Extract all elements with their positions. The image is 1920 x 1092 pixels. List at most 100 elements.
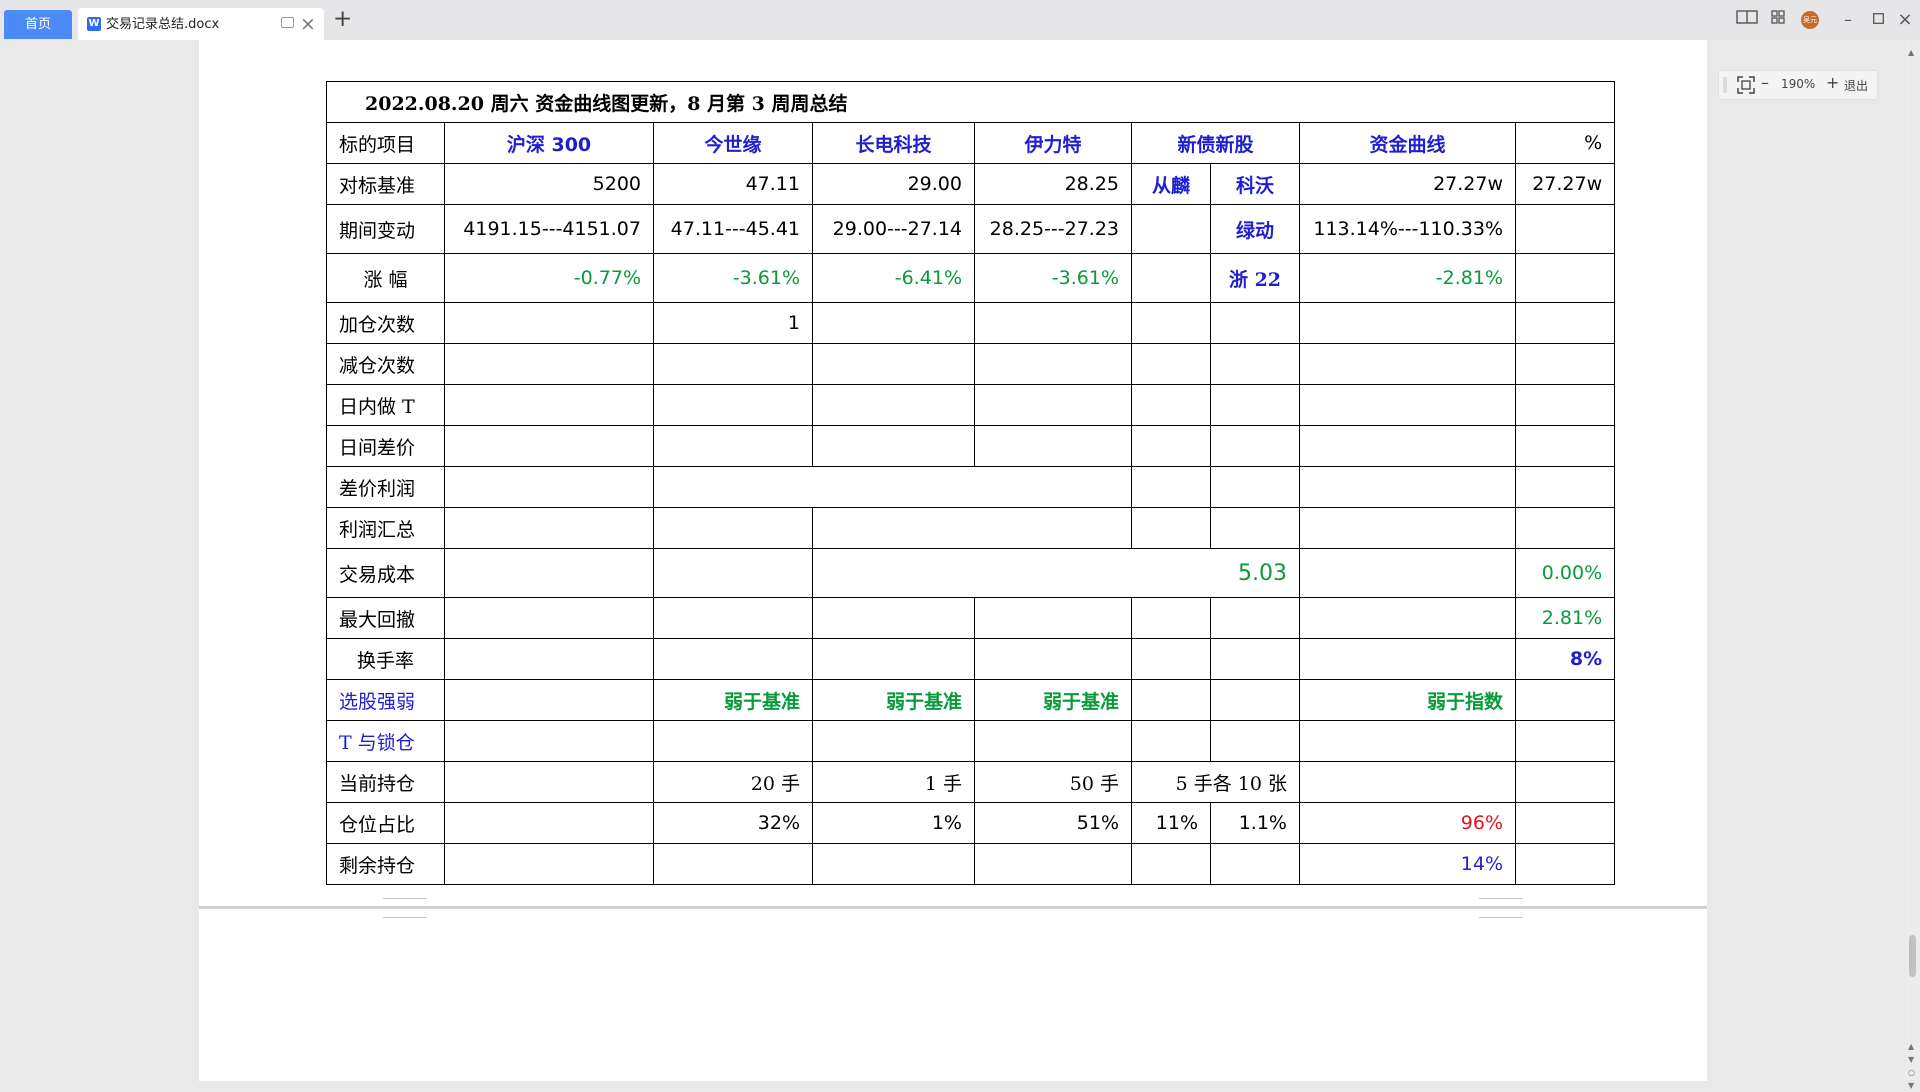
- table-cell[interactable]: [444, 679, 654, 721]
- table-cell[interactable]: [444, 343, 654, 385]
- table-cell[interactable]: 47.11: [653, 163, 813, 205]
- table-cell[interactable]: 8%: [1514, 638, 1616, 680]
- table-cell[interactable]: 5 手各 10 张: [1131, 761, 1300, 803]
- table-cell[interactable]: 14%: [1299, 843, 1516, 885]
- table-cell[interactable]: [444, 507, 654, 549]
- trade-summary-table[interactable]: 2022.08.20 周六 资金曲线图更新，8 月第 3 周周总结 标的项目 沪…: [325, 81, 1616, 885]
- table-cell[interactable]: 浙 22: [1210, 253, 1300, 303]
- table-cell[interactable]: [1210, 679, 1300, 721]
- table-cell[interactable]: [1514, 343, 1616, 385]
- new-tab-button[interactable]: +: [333, 3, 352, 35]
- table-cell[interactable]: [1131, 204, 1211, 254]
- table-cell[interactable]: -3.61%: [653, 253, 813, 303]
- table-cell[interactable]: [1210, 597, 1300, 639]
- table-cell[interactable]: -0.77%: [444, 253, 654, 303]
- row-label[interactable]: 利润汇总: [326, 507, 445, 549]
- table-cell[interactable]: 47.11---45.41: [653, 204, 813, 254]
- table-cell[interactable]: 29.00: [812, 163, 975, 205]
- header-new-bonds[interactable]: 新债新股: [1131, 122, 1300, 164]
- row-label[interactable]: 涨 幅: [326, 253, 445, 303]
- document-tab[interactable]: W 交易记录总结.docx ×: [78, 8, 324, 40]
- reading-mode-icon[interactable]: [1734, 4, 1760, 36]
- header-yilite[interactable]: 伊力特: [974, 122, 1132, 164]
- table-cell[interactable]: [1210, 466, 1300, 508]
- table-cell[interactable]: [812, 638, 975, 680]
- zoom-level[interactable]: 190%: [1781, 77, 1815, 91]
- table-cell[interactable]: [1299, 548, 1516, 598]
- table-cell[interactable]: [974, 597, 1132, 639]
- header-changdian[interactable]: 长电科技: [812, 122, 975, 164]
- table-cell[interactable]: [1514, 507, 1616, 549]
- table-cell[interactable]: 从麟: [1131, 163, 1211, 205]
- table-cell[interactable]: [1514, 384, 1616, 426]
- table-cell[interactable]: 4191.15---4151.07: [444, 204, 654, 254]
- table-cell[interactable]: [1131, 343, 1211, 385]
- table-cell[interactable]: 50 手: [974, 761, 1132, 803]
- table-cell[interactable]: [653, 384, 813, 426]
- table-cell[interactable]: [1514, 761, 1616, 803]
- table-cell[interactable]: 1 手: [812, 761, 975, 803]
- table-cell[interactable]: [974, 302, 1132, 344]
- table-cell[interactable]: [1131, 507, 1211, 549]
- table-cell[interactable]: [1299, 302, 1516, 344]
- table-cell[interactable]: [1210, 720, 1300, 762]
- table-cell[interactable]: [812, 384, 975, 426]
- table-cell[interactable]: [812, 425, 975, 467]
- table-cell[interactable]: [444, 597, 654, 639]
- row-label[interactable]: 仓位占比: [326, 802, 445, 844]
- table-cell[interactable]: [1210, 343, 1300, 385]
- table-cell[interactable]: [1131, 425, 1211, 467]
- row-label[interactable]: 交易成本: [326, 548, 445, 598]
- table-cell[interactable]: [653, 638, 813, 680]
- table-cell[interactable]: [1210, 843, 1300, 885]
- table-cell[interactable]: [444, 761, 654, 803]
- table-cell[interactable]: [444, 638, 654, 680]
- row-label[interactable]: 减仓次数: [326, 343, 445, 385]
- table-cell[interactable]: [1131, 720, 1211, 762]
- table-cell[interactable]: 113.14%---110.33%: [1299, 204, 1516, 254]
- table-cell[interactable]: 1: [653, 302, 813, 344]
- header-jinshiyuan[interactable]: 今世缘: [653, 122, 813, 164]
- table-cell[interactable]: -3.61%: [974, 253, 1132, 303]
- table-cell[interactable]: [1514, 466, 1616, 508]
- table-cell[interactable]: [1131, 597, 1211, 639]
- home-tab[interactable]: 首页: [4, 10, 72, 39]
- drag-handle[interactable]: [1723, 77, 1727, 93]
- table-cell[interactable]: 弱于指数: [1299, 679, 1516, 721]
- row-label[interactable]: 日内做 T: [326, 384, 445, 426]
- table-cell[interactable]: [1299, 507, 1516, 549]
- table-cell[interactable]: [444, 302, 654, 344]
- table-cell[interactable]: [812, 507, 1132, 549]
- table-cell[interactable]: [1299, 466, 1516, 508]
- table-cell[interactable]: [1514, 720, 1616, 762]
- table-cell[interactable]: [1299, 343, 1516, 385]
- header-label[interactable]: 标的项目: [326, 122, 445, 164]
- table-cell[interactable]: [1131, 466, 1211, 508]
- row-label[interactable]: 差价利润: [326, 466, 445, 508]
- page-nav-icons[interactable]: ▲ ▼ ○ ▼: [1908, 1040, 1915, 1092]
- table-cell[interactable]: [1131, 253, 1211, 303]
- table-cell[interactable]: [1131, 843, 1211, 885]
- table-cell[interactable]: 27.27w: [1299, 163, 1516, 205]
- table-cell[interactable]: [653, 507, 813, 549]
- table-cell[interactable]: [1299, 425, 1516, 467]
- table-cell[interactable]: [653, 548, 813, 598]
- row-label[interactable]: 剩余持仓: [326, 843, 445, 885]
- table-cell[interactable]: [812, 720, 975, 762]
- table-cell[interactable]: [653, 343, 813, 385]
- table-cell[interactable]: [444, 720, 654, 762]
- table-cell[interactable]: [444, 548, 654, 598]
- table-cell[interactable]: -6.41%: [812, 253, 975, 303]
- table-cell[interactable]: [653, 597, 813, 639]
- table-cell[interactable]: 32%: [653, 802, 813, 844]
- table-cell[interactable]: [974, 638, 1132, 680]
- table-cell[interactable]: [444, 425, 654, 467]
- table-cell[interactable]: [1210, 302, 1300, 344]
- minimize-icon[interactable]: –: [1836, 4, 1860, 36]
- table-cell[interactable]: 20 手: [653, 761, 813, 803]
- table-cell[interactable]: [1514, 802, 1616, 844]
- row-label[interactable]: 选股强弱: [326, 679, 445, 721]
- table-cell[interactable]: [1514, 253, 1616, 303]
- row-label[interactable]: T 与锁仓: [326, 720, 445, 762]
- table-cell[interactable]: 51%: [974, 802, 1132, 844]
